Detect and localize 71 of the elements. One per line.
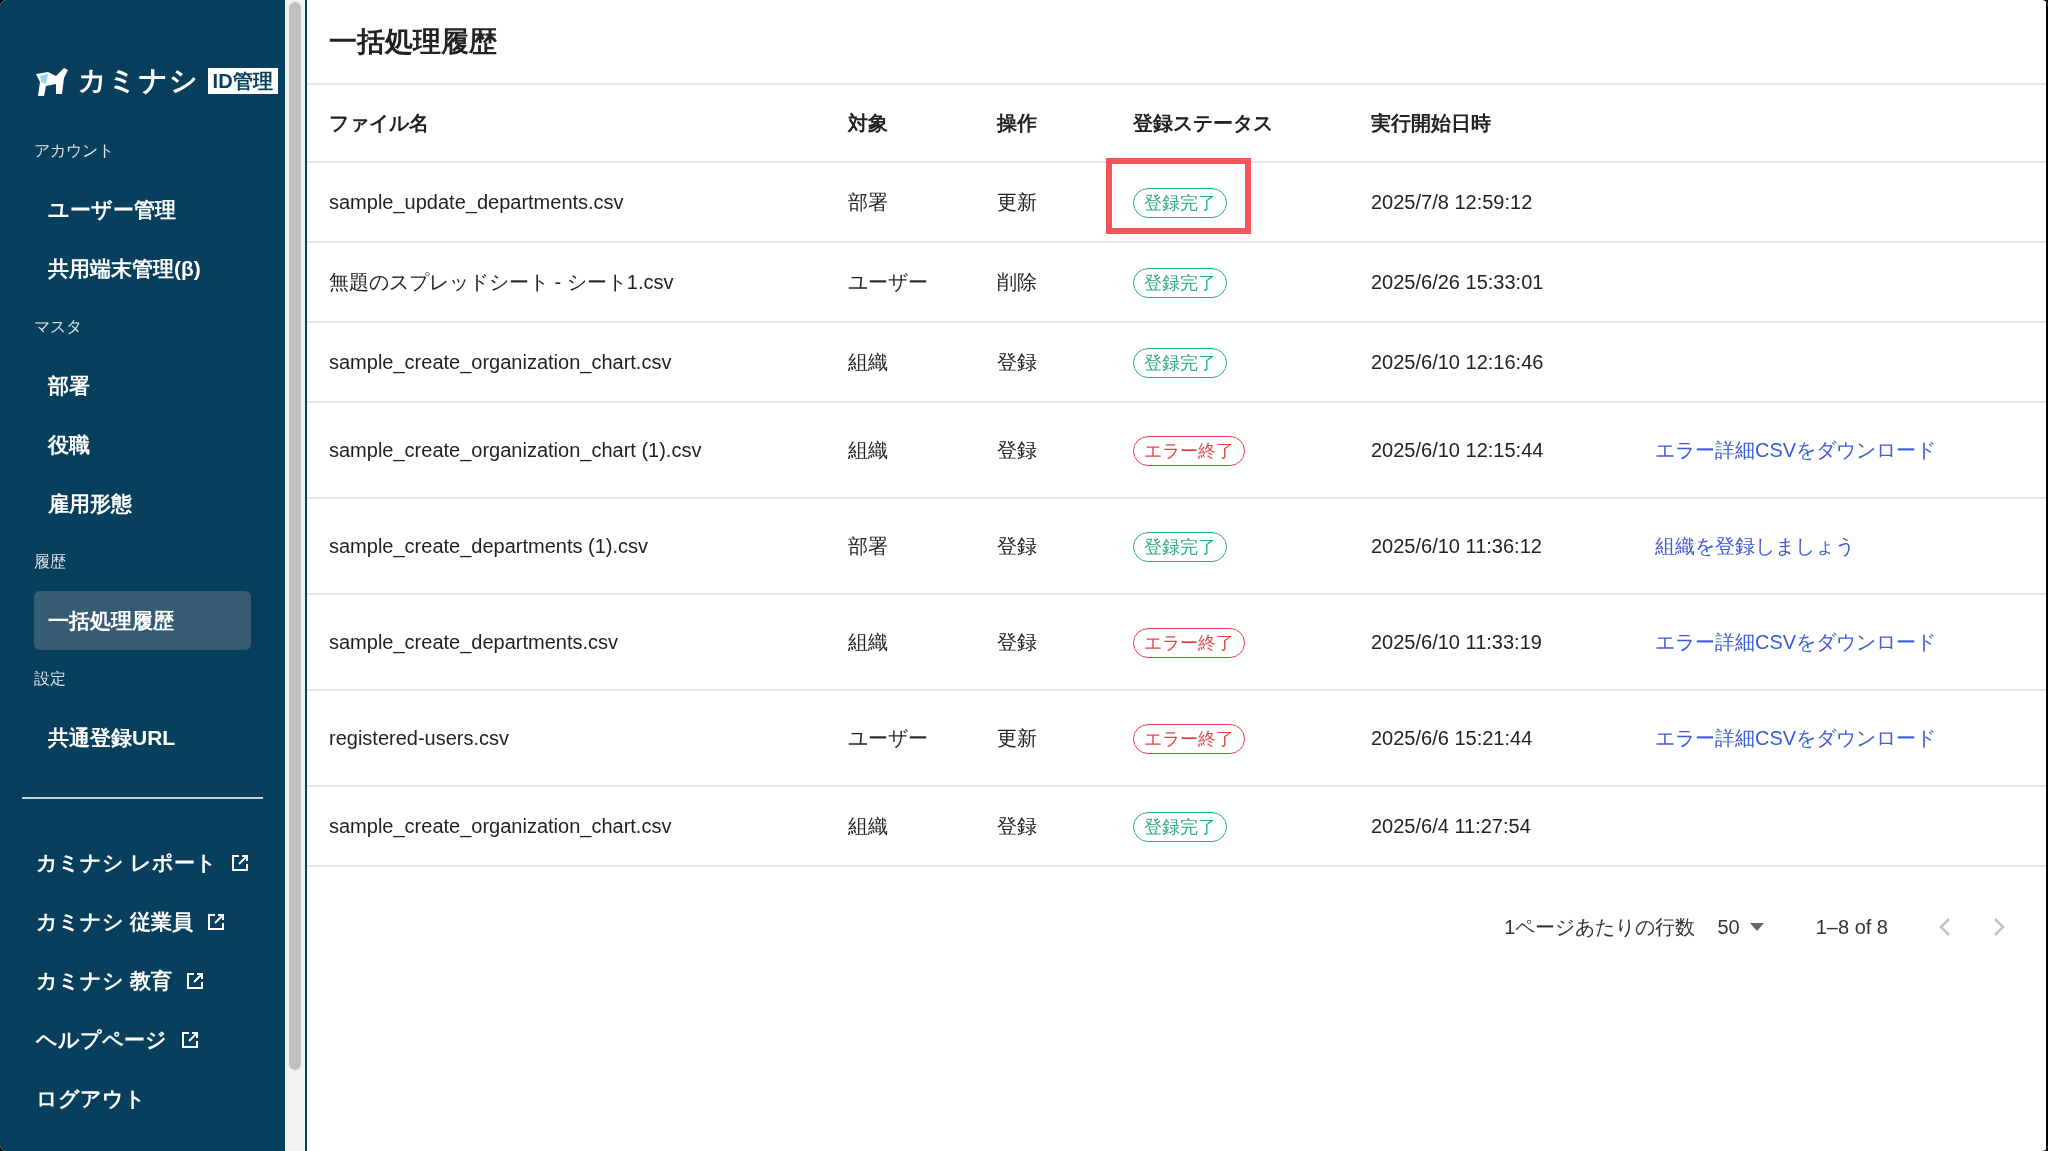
chevron-right-icon xyxy=(1993,917,2005,937)
table-cell: 削除 xyxy=(997,271,1037,293)
table-cell: 登録 xyxy=(997,631,1037,653)
section-label: アカウント xyxy=(34,141,114,161)
rows-per-page-select[interactable]: 50 xyxy=(1717,912,1764,942)
external-link-icon xyxy=(230,853,249,872)
action-link[interactable]: エラー詳細CSVをダウンロード xyxy=(1655,439,1937,461)
table-cell: 組織 xyxy=(848,815,888,837)
column-header: ファイル名 xyxy=(329,112,429,134)
column-header: 登録ステータス xyxy=(1133,112,1273,134)
table-cell: 2025/6/4 11:27:54 xyxy=(1371,815,1531,837)
table-cell: 2025/7/8 12:59:12 xyxy=(1371,191,1533,213)
sidebar-item[interactable]: 共用端末管理(β) xyxy=(34,239,251,298)
section-label: マスタ xyxy=(34,317,82,337)
page-title: 一括処理履歴 xyxy=(329,24,497,59)
table-cell: ユーザー xyxy=(848,727,928,749)
sidebar-link[interactable]: カミナシ 従業員 xyxy=(34,892,227,951)
table-cell: 2025/6/26 15:33:01 xyxy=(1371,271,1544,293)
scrollbar[interactable] xyxy=(285,0,307,1151)
sidebar-item[interactable]: 雇用形態 xyxy=(34,474,251,533)
table-cell: 2025/6/10 12:16:46 xyxy=(1371,351,1544,373)
sidebar-link[interactable]: ログアウト xyxy=(34,1069,148,1128)
chevron-left-icon xyxy=(1939,917,1951,937)
column-header: 操作 xyxy=(997,112,1037,134)
sidebar-link[interactable]: ヘルプページ xyxy=(34,1010,201,1069)
sidebar-item[interactable]: 共通登録URL xyxy=(34,708,251,767)
logo-text: カミナシ xyxy=(78,67,200,95)
table-cell: 更新 xyxy=(997,191,1037,213)
table-cell: 組織 xyxy=(848,631,888,653)
column-header: 実行開始日時 xyxy=(1371,112,1491,134)
table-cell: 2025/6/10 11:36:12 xyxy=(1371,535,1542,557)
table-cell: 部署 xyxy=(848,535,888,557)
sidebar-item[interactable]: 役職 xyxy=(34,415,251,474)
table-cell: 登録 xyxy=(997,535,1037,557)
table-cell: 組織 xyxy=(848,439,888,461)
table-cell: 2025/6/10 12:15:44 xyxy=(1371,439,1544,461)
table-cell: registered-users.csv xyxy=(329,727,510,749)
sidebar-link[interactable]: カミナシ レポート xyxy=(34,833,251,892)
sidebar-item[interactable]: ユーザー管理 xyxy=(34,180,251,239)
section-label: 設定 xyxy=(34,669,66,689)
table-cell: sample_update_departments.csv xyxy=(329,191,624,213)
dropdown-caret-icon xyxy=(1749,923,1764,931)
table-cell: 2025/6/6 15:21:44 xyxy=(1371,727,1533,749)
sidebar-item[interactable]: 部署 xyxy=(34,356,251,415)
table-cell: sample_create_departments.csv xyxy=(329,631,619,653)
action-link[interactable]: 組織を登録しましょう xyxy=(1655,535,1855,557)
table-cell: sample_create_departments (1).csv xyxy=(329,535,649,557)
logo-badge: ID管理 xyxy=(207,68,278,94)
action-link[interactable]: エラー詳細CSVをダウンロード xyxy=(1655,727,1937,749)
table-cell: 登録 xyxy=(997,351,1037,373)
sidebar-item[interactable]: 一括処理履歴 xyxy=(34,591,251,650)
table-cell: 2025/6/10 11:33:19 xyxy=(1371,631,1542,653)
section-label: 履歴 xyxy=(34,552,66,572)
table-cell: sample_create_organization_chart.csv xyxy=(329,351,672,373)
table-cell: 登録 xyxy=(997,439,1037,461)
external-link-icon xyxy=(181,1030,199,1049)
table-cell: 登録 xyxy=(997,815,1037,837)
table-cell: 更新 xyxy=(997,727,1037,749)
page-range: 1–8 of 8 xyxy=(1815,915,1888,940)
column-header: 対象 xyxy=(848,112,888,134)
table-cell: 無題のスプレッドシート - シート1.csv xyxy=(329,271,674,293)
table-cell: 組織 xyxy=(848,351,888,373)
table-cell: 部署 xyxy=(848,191,888,213)
sidebar-link[interactable]: カミナシ 教育 xyxy=(34,951,206,1010)
external-link-icon xyxy=(206,912,225,931)
table-cell: ユーザー xyxy=(848,271,928,293)
table-cell: sample_create_organization_chart.csv xyxy=(329,815,672,837)
rows-per-page-label: 1ページあたりの行数 xyxy=(1504,915,1696,940)
table-cell: sample_create_organization_chart (1).csv xyxy=(329,439,702,461)
external-link-icon xyxy=(185,971,204,990)
action-link[interactable]: エラー詳細CSVをダウンロード xyxy=(1655,631,1937,653)
